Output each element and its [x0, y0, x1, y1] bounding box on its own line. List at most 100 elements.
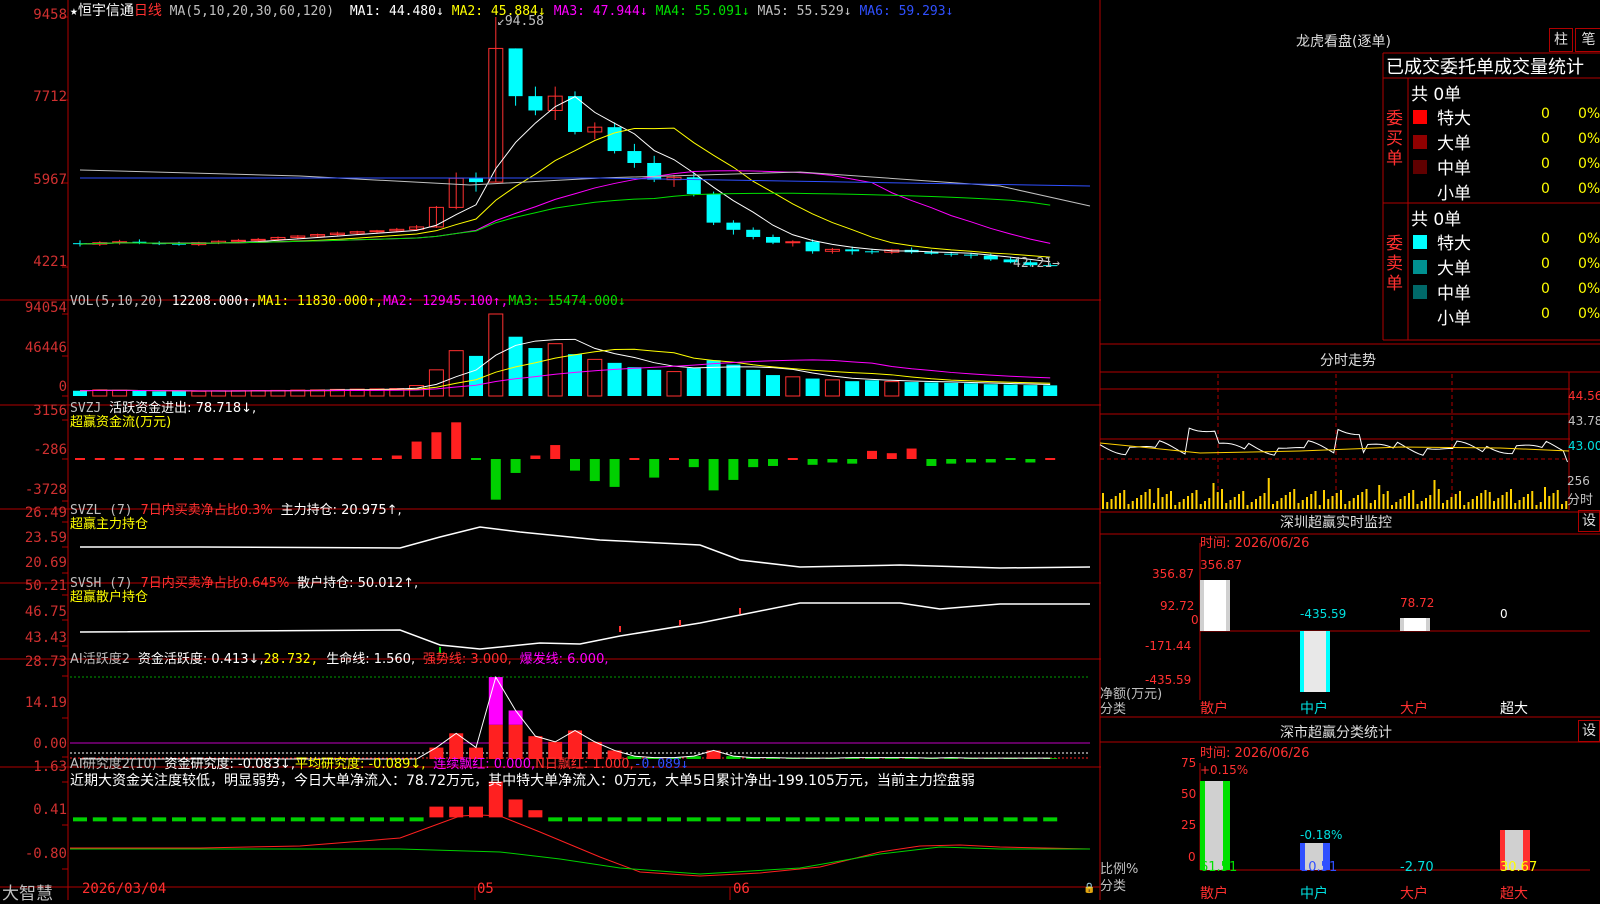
intraday-volume-bar — [1318, 505, 1321, 509]
ai-life-line: 生命线: 1.560, — [326, 652, 416, 667]
period-label[interactable]: 日线 — [134, 3, 162, 19]
ai-active-value2: 28.732, — [263, 652, 319, 667]
intraday-volume-bar — [1467, 502, 1470, 509]
order-size-label: 中单 — [1437, 159, 1471, 179]
bar-mode-button[interactable]: 柱 — [1549, 28, 1573, 52]
candle-up — [369, 230, 385, 233]
sz-class-value: -2.70 — [1400, 860, 1434, 875]
sz-class-value: 61.51 — [1200, 860, 1238, 875]
sz-class-category: 大户 — [1400, 886, 1428, 902]
order-percent: 0% — [1578, 131, 1600, 147]
legend-swatch — [1413, 160, 1427, 174]
candle-down — [726, 222, 741, 230]
research-avg-line — [70, 814, 1091, 877]
money-flow-bar — [926, 459, 937, 466]
order-size-label: 大单 — [1437, 134, 1471, 154]
intraday-time-label: 分时 — [1567, 493, 1594, 508]
pen-mode-button[interactable]: 笔 — [1575, 28, 1600, 52]
lock-icon[interactable]: 🔒 — [1083, 883, 1095, 894]
order-count: 0 — [1541, 231, 1550, 247]
intraday-volume-bar — [1531, 491, 1534, 509]
intraday-volume-bar — [1221, 489, 1223, 509]
volume-bar — [587, 358, 603, 397]
money-flow-bar — [768, 459, 778, 466]
ai-active-title: AI活跃度2 — [70, 652, 130, 667]
svsh-tick: 50.21 — [24, 578, 67, 594]
volume-bar — [152, 391, 167, 396]
svzl-tick: 20.69 — [24, 555, 67, 571]
price-tick: 7712 — [33, 89, 67, 105]
volume-bar — [884, 381, 900, 397]
svsh-tick: 43.43 — [24, 630, 67, 646]
volume-bar — [112, 389, 128, 397]
sz-class-category: 超大 — [1500, 886, 1528, 902]
activity-burst-bar — [488, 677, 503, 725]
intraday-volume-bar — [1382, 494, 1385, 509]
volume-bar — [865, 380, 879, 396]
intraday-volume-bar — [1480, 493, 1483, 509]
candle-down — [964, 254, 978, 256]
intraday-volume-bar — [1348, 501, 1351, 509]
research-bar — [271, 817, 285, 822]
intraday-volume-bar — [1297, 503, 1300, 509]
intraday-volume-bar — [1450, 497, 1453, 509]
stock-name[interactable]: 恒宇信通 — [78, 3, 134, 19]
sz-class-tick: 0 — [1188, 850, 1196, 864]
star-icon[interactable]: ★ — [70, 4, 78, 19]
research-bar — [73, 817, 87, 822]
sz-monitor-tick: -171.44 — [1145, 639, 1192, 653]
intraday-volume-bar — [1433, 480, 1436, 509]
volume-bar — [1023, 385, 1038, 396]
volume-bar — [666, 371, 682, 397]
money-flow-bar — [708, 459, 719, 491]
research-bar — [805, 817, 820, 822]
sz-category: 大户 — [1400, 701, 1428, 717]
intraday-volume-bar — [1416, 504, 1419, 509]
intraday-volume-bar — [1229, 500, 1232, 509]
candle-down — [865, 251, 879, 253]
money-flow-bar — [490, 459, 501, 500]
research-bar — [152, 817, 167, 822]
order-size-label: 特大 — [1437, 234, 1471, 254]
order-percent: 0% — [1578, 256, 1600, 272]
volume-bar — [607, 362, 622, 396]
sz-monitor-tick: 356.87 — [1152, 567, 1194, 581]
volume-bar — [172, 391, 186, 396]
volume-bar — [824, 379, 840, 397]
price-tick: 4221 — [33, 254, 67, 270]
sz-monitor-settings-button[interactable]: 设 — [1578, 510, 1600, 532]
ma-value-4: MA4: 55.091↓ — [655, 4, 750, 19]
intraday-volume-bar — [1140, 495, 1143, 509]
intraday-volume-bar — [1437, 489, 1440, 509]
svzl-subtitle: 超赢主力持仓 — [70, 517, 149, 532]
intraday-volume-bar — [1131, 501, 1134, 509]
volume-bar — [904, 382, 919, 396]
intraday-volume-bar — [1289, 492, 1291, 509]
intraday-volume-bar — [1263, 493, 1266, 509]
research-bar — [528, 810, 543, 818]
research-bar — [389, 817, 404, 822]
research-bar — [865, 817, 879, 822]
intraday-volume-bar — [1535, 505, 1538, 509]
dragon-tab-label[interactable]: 已成交委托单成交量统计 — [1386, 53, 1584, 79]
research-bar — [1023, 817, 1038, 822]
intraday-volume-bar — [1238, 494, 1240, 509]
sz-class-time: 时间: 2026/06/26 — [1200, 746, 1310, 761]
intraday-volume-bar — [1527, 494, 1529, 509]
buy-side-label: 委买单 — [1386, 109, 1403, 169]
ma-value-3: MA3: 47.944↓ — [553, 4, 648, 19]
intraday-volume-bar — [1391, 505, 1393, 509]
volume-bar — [706, 360, 721, 396]
research-bar — [667, 817, 681, 822]
intraday-volume-bar — [1255, 499, 1257, 509]
intraday-volume-bar — [1476, 496, 1478, 509]
intraday-volume-bar — [1187, 496, 1189, 509]
intraday-volume-bar — [1374, 500, 1376, 509]
sz-class-settings-button[interactable]: 设 — [1578, 720, 1600, 742]
volume-bar — [568, 354, 582, 396]
research-bar — [607, 817, 622, 822]
ma-values: MA1: 44.480↓ MA2: 45.884↓ MA3: 47.944↓ MA4:… — [342, 4, 954, 19]
order-percent: 0% — [1578, 306, 1600, 322]
intraday-volume-bar — [1357, 495, 1359, 509]
intraday-volume-bar — [1276, 501, 1279, 509]
